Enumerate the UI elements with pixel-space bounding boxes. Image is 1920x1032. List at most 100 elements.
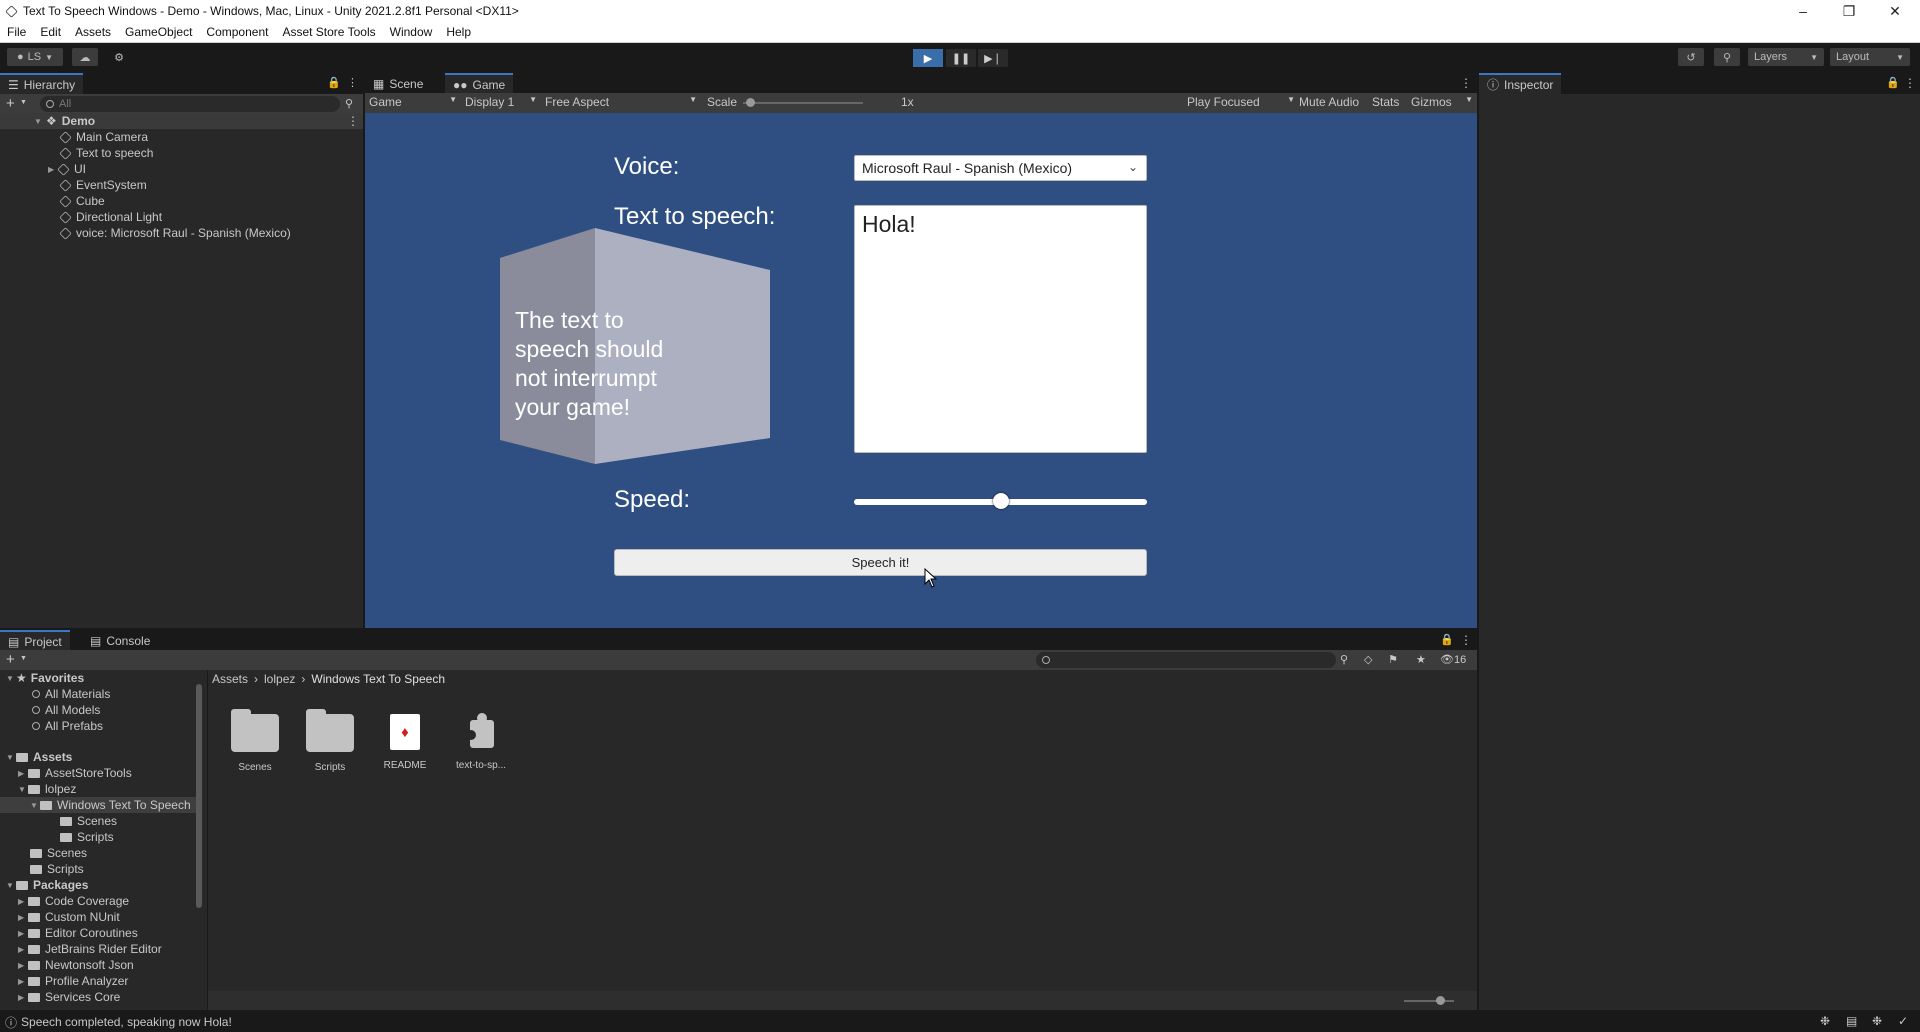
- package-newtonsoft-json[interactable]: ▶ Newtonsoft Json: [18, 957, 134, 973]
- more-options-icon[interactable]: ⋮: [347, 76, 358, 89]
- breadcrumb-lolpez[interactable]: lolpez: [264, 672, 295, 686]
- more-options-icon[interactable]: ⋮: [1904, 76, 1916, 90]
- packages-section[interactable]: ▼ Packages: [6, 877, 88, 893]
- speech-it-button[interactable]: Speech it!: [614, 549, 1147, 576]
- pause-button[interactable]: ❚❚: [946, 49, 976, 67]
- expand-arrow-icon[interactable]: ▶: [18, 993, 28, 1002]
- hierarchy-item-voice[interactable]: voice: Microsoft Raul - Spanish (Mexico): [59, 225, 291, 241]
- assets-section[interactable]: ▼ Assets: [6, 749, 72, 765]
- expand-arrow-icon[interactable]: ▼: [34, 117, 44, 126]
- lock-icon[interactable]: 🔒: [327, 76, 341, 89]
- expand-arrow-icon[interactable]: ▼: [30, 801, 40, 810]
- layout-dropdown[interactable]: Layout ▼: [1830, 48, 1910, 66]
- favorites-section[interactable]: ▼ ★ Favorites: [6, 670, 84, 686]
- package-profile-analyzer[interactable]: ▶ Profile Analyzer: [18, 973, 128, 989]
- breadcrumb-assets[interactable]: Assets: [212, 672, 248, 686]
- package-custom-nunit[interactable]: ▶ Custom NUnit: [18, 909, 120, 925]
- folder-scripts[interactable]: Scripts: [60, 829, 114, 845]
- tab-console[interactable]: ▤ Console: [82, 630, 158, 651]
- chevron-down-icon[interactable]: ▼: [20, 99, 27, 106]
- favorite-all-materials[interactable]: All Materials: [32, 686, 110, 702]
- tab-inspector[interactable]: ⓘ Inspector: [1479, 73, 1562, 94]
- scale-slider[interactable]: [743, 102, 863, 104]
- speed-slider-knob[interactable]: [992, 493, 1009, 509]
- folder-lolpez[interactable]: ▼ lolpez: [18, 781, 76, 797]
- expand-arrow-icon[interactable]: ▶: [18, 769, 28, 778]
- folder-windows-text-to-speech[interactable]: ▼ Windows Text To Speech: [0, 797, 196, 813]
- bug-icon[interactable]: ❉: [1820, 1014, 1830, 1028]
- mute-audio-toggle[interactable]: Mute Audio: [1299, 95, 1359, 109]
- folder-root-scenes[interactable]: Scenes: [30, 845, 87, 861]
- icon-size-slider-knob[interactable]: [1436, 996, 1445, 1005]
- step-button[interactable]: ▶❘: [978, 49, 1008, 67]
- icon-size-slider[interactable]: [1404, 1000, 1454, 1002]
- tag-icon[interactable]: ⚑: [1388, 653, 1398, 666]
- aspect-dropdown[interactable]: Free Aspect ▼: [545, 95, 697, 109]
- expand-arrow-icon[interactable]: ▼: [6, 674, 16, 683]
- hierarchy-item-ui[interactable]: ▶ UI: [48, 161, 86, 177]
- close-button[interactable]: ✕: [1872, 0, 1918, 22]
- tab-project[interactable]: ▤ Project: [0, 630, 70, 651]
- check-icon[interactable]: ✓: [1898, 1014, 1908, 1028]
- chevron-down-icon[interactable]: ▼: [20, 655, 27, 662]
- minimize-button[interactable]: –: [1780, 0, 1826, 22]
- gizmos-dropdown[interactable]: Gizmos ▼: [1411, 95, 1473, 109]
- cloud-button[interactable]: ☁: [72, 48, 98, 66]
- hidden-packages-icon[interactable]: 👁16: [1440, 653, 1466, 666]
- menu-assets[interactable]: Assets: [68, 25, 118, 39]
- game-display-mode-dropdown[interactable]: Game ▼: [369, 95, 457, 109]
- tree-scrollbar[interactable]: [196, 684, 202, 908]
- package-code-coverage[interactable]: ▶ Code Coverage: [18, 893, 129, 909]
- menu-component[interactable]: Component: [199, 25, 275, 39]
- package-jetbrains-rider-editor[interactable]: ▶ JetBrains Rider Editor: [18, 941, 162, 957]
- lock-icon[interactable]: 🔒: [1886, 76, 1900, 89]
- status-message[interactable]: Speech completed, speaking now Hola!: [21, 1015, 232, 1029]
- more-options-icon[interactable]: ⋮: [347, 114, 359, 128]
- more-options-icon[interactable]: ⋮: [1460, 633, 1472, 647]
- search-button[interactable]: ⚲: [1714, 48, 1740, 66]
- scene-root-demo[interactable]: ▼ ❖ Demo ⋮: [0, 113, 363, 129]
- lock-icon[interactable]: 🔒: [1440, 633, 1454, 646]
- display-dropdown[interactable]: Display 1 ▼: [465, 95, 537, 109]
- search-by-type-icon[interactable]: ⚲: [1340, 653, 1348, 666]
- database-icon[interactable]: ▤: [1846, 1014, 1857, 1028]
- tab-hierarchy[interactable]: ☰ Hierarchy: [0, 73, 84, 94]
- tab-game[interactable]: ●● Game: [445, 73, 514, 94]
- menu-asset-store-tools[interactable]: Asset Store Tools: [275, 25, 382, 39]
- expand-arrow-icon[interactable]: ▶: [18, 897, 28, 906]
- asset-folder-scripts[interactable]: Scripts: [298, 700, 362, 773]
- play-focused-dropdown[interactable]: Play Focused ▼: [1187, 95, 1295, 109]
- package-editor-coroutines[interactable]: ▶ Editor Coroutines: [18, 925, 138, 941]
- expand-arrow-icon[interactable]: ▼: [6, 753, 16, 762]
- layers-dropdown[interactable]: Layers ▼: [1748, 48, 1824, 66]
- hierarchy-item-text-to-speech[interactable]: Text to speech: [59, 145, 153, 161]
- account-dropdown[interactable]: ● LS ▼: [7, 48, 63, 66]
- hierarchy-item-main-camera[interactable]: Main Camera: [59, 129, 148, 145]
- network-icon[interactable]: ❉: [1872, 1014, 1882, 1028]
- hierarchy-item-eventsystem[interactable]: EventSystem: [59, 177, 147, 193]
- menu-window[interactable]: Window: [383, 25, 440, 39]
- add-icon[interactable]: +: [6, 651, 15, 668]
- favorite-star-icon[interactable]: ★: [1416, 653, 1426, 666]
- add-icon[interactable]: +: [6, 95, 15, 112]
- folder-assetstoretools[interactable]: ▶ AssetStoreTools: [18, 765, 132, 781]
- asset-text-to-speech[interactable]: text-to-sp...: [449, 700, 513, 771]
- filter-by-label-icon[interactable]: ◇: [1364, 653, 1372, 666]
- expand-arrow-icon[interactable]: ▶: [18, 913, 28, 922]
- folder-root-scripts[interactable]: Scripts: [30, 861, 84, 877]
- hierarchy-search-input[interactable]: All: [40, 96, 340, 112]
- play-button[interactable]: ▶: [913, 49, 943, 67]
- menu-help[interactable]: Help: [439, 25, 478, 39]
- menu-edit[interactable]: Edit: [33, 25, 68, 39]
- asset-folder-scenes[interactable]: Scenes: [223, 700, 287, 773]
- voice-dropdown[interactable]: Microsoft Raul - Spanish (Mexico) ⌄: [854, 155, 1147, 181]
- text-to-speech-input[interactable]: Hola!: [854, 205, 1147, 453]
- favorite-all-models[interactable]: All Models: [32, 702, 100, 718]
- scale-slider-knob[interactable]: [746, 98, 755, 107]
- scene-search-icon[interactable]: ⚲: [345, 97, 353, 110]
- package-services-core[interactable]: ▶ Services Core: [18, 989, 120, 1005]
- breadcrumb-windows-text-to-speech[interactable]: Windows Text To Speech: [311, 672, 445, 686]
- expand-arrow-icon[interactable]: ▼: [6, 881, 16, 890]
- asset-readme-pdf[interactable]: ♦ README: [373, 700, 437, 771]
- menu-gameobject[interactable]: GameObject: [118, 25, 199, 39]
